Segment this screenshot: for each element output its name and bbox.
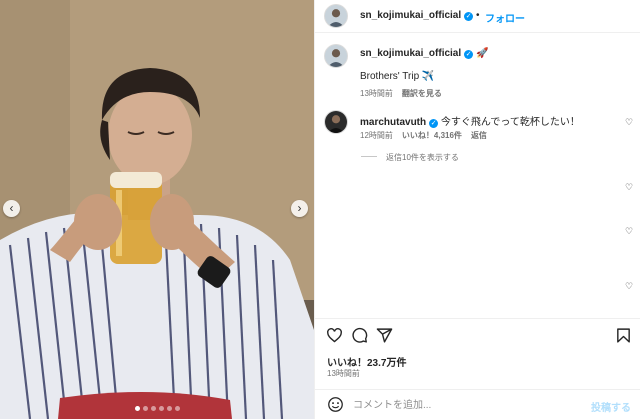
caption-username[interactable]: sn_kojimukai_official ✓ 🚀 xyxy=(360,48,488,59)
carousel-dot xyxy=(166,406,172,411)
carousel-dot xyxy=(150,406,156,411)
comment-username[interactable]: marchutavuth xyxy=(360,117,426,128)
comment-meta: 12時間前 いいね！4,316件 返信 xyxy=(360,130,496,141)
comment-like-heart-icon[interactable]: ♡ xyxy=(625,227,634,236)
verified-badge-icon: ✓ xyxy=(464,50,474,59)
username-text[interactable]: sn_kojimukai_official xyxy=(360,10,461,21)
comment-box: 投稿する xyxy=(315,389,640,419)
comment-likes[interactable]: いいね！4,316件 xyxy=(402,131,462,140)
caption-avatar[interactable] xyxy=(324,44,348,68)
caption-badge: 🚀 xyxy=(475,48,489,59)
caption-meta: 13時間前 翻訳を見る xyxy=(360,88,451,99)
heart-icon[interactable] xyxy=(326,327,343,344)
comment-like-heart-icon[interactable]: ♡ xyxy=(625,282,634,291)
post-comment-button[interactable]: 投稿する xyxy=(591,399,631,414)
comment-text: 今すぐ飛んでって乾杯したい！ xyxy=(440,117,580,128)
verified-badge-icon: ✓ xyxy=(464,12,474,21)
avatar-image xyxy=(325,5,347,27)
carousel-dot xyxy=(174,406,180,411)
caption-time: 13時間前 xyxy=(360,89,393,98)
avatar-image xyxy=(325,45,347,67)
carousel-indicator xyxy=(0,406,314,411)
carousel-dot xyxy=(142,406,148,411)
bookmark-icon[interactable] xyxy=(615,327,632,344)
username[interactable]: sn_kojimukai_official ✓ xyxy=(360,10,474,21)
replies-divider xyxy=(361,156,377,157)
verified-badge-icon: ✓ xyxy=(429,119,439,128)
carousel-dot xyxy=(134,406,140,411)
post-side-panel: sn_kojimukai_official ✓ • フォロー sn_kojimuk… xyxy=(314,0,640,419)
avatar[interactable] xyxy=(324,4,348,28)
comment-like-heart-icon[interactable]: ♡ xyxy=(625,183,634,192)
comment-input[interactable] xyxy=(353,396,583,414)
post-header: sn_kojimukai_official ✓ • フォロー xyxy=(315,0,640,33)
chevron-right-icon[interactable]: › xyxy=(291,200,308,217)
follow-button[interactable]: フォロー xyxy=(485,10,525,25)
comment-icon[interactable] xyxy=(351,327,368,344)
comment-like-heart-icon[interactable]: ♡ xyxy=(625,118,634,127)
caption-username-text[interactable]: sn_kojimukai_official xyxy=(360,48,461,59)
view-replies-button[interactable]: 返信10件を表示する xyxy=(361,152,459,163)
post-photo[interactable]: ‹ › xyxy=(0,0,314,419)
comment-time: 12時間前 xyxy=(360,131,393,140)
view-replies-label[interactable]: 返信10件を表示する xyxy=(386,153,459,162)
comment-row: marchutavuth ✓ 今すぐ飛んでって乾杯したい！ xyxy=(360,113,580,128)
comment-avatar[interactable] xyxy=(324,110,348,134)
chevron-left-icon[interactable]: ‹ xyxy=(3,200,20,217)
avatar-image xyxy=(325,111,347,133)
emoji-icon[interactable] xyxy=(327,396,344,413)
reply-button[interactable]: 返信 xyxy=(471,131,487,140)
likes-count[interactable]: いいね！23.7万件 xyxy=(327,354,406,369)
translate-button[interactable]: 翻訳を見る xyxy=(402,89,442,98)
photo-illustration xyxy=(0,0,314,419)
separator-dot: • xyxy=(476,10,480,21)
carousel-dot xyxy=(158,406,164,411)
caption-text: Brothers' Trip ✈️ xyxy=(360,71,435,82)
post-time: 13時間前 xyxy=(327,369,360,378)
post-actions: いいね！23.7万件 13時間前 投稿する xyxy=(315,318,640,419)
share-icon[interactable] xyxy=(376,327,393,344)
